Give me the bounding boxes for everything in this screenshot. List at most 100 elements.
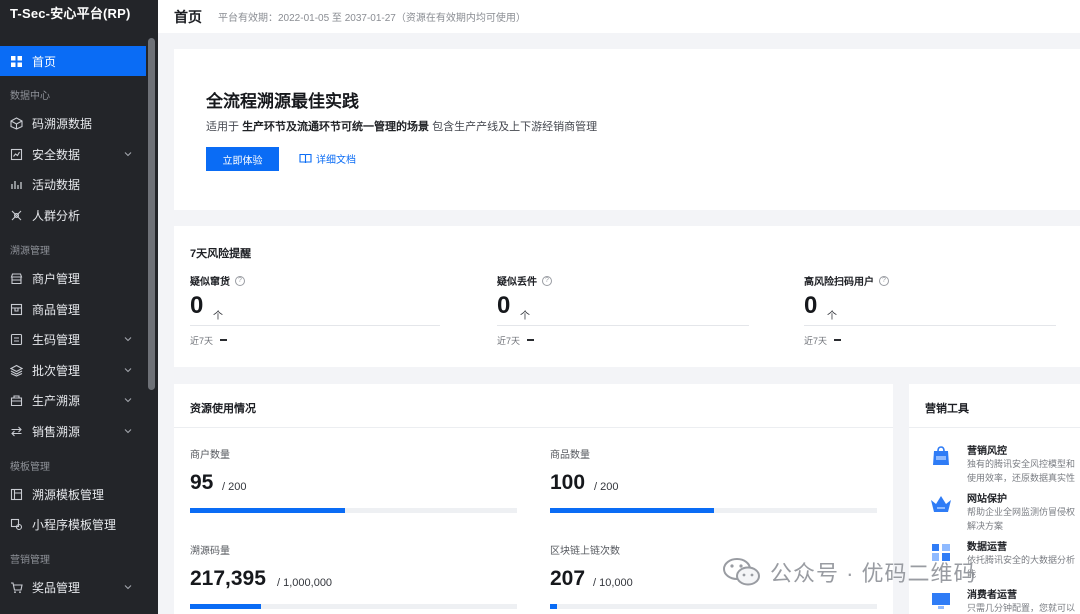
tool-description: 依托腾讯安全的大数据分析能 [967, 553, 1080, 581]
documentation-link[interactable]: 详细文档 [299, 151, 356, 166]
help-icon[interactable]: ? [235, 275, 245, 286]
marketing-title: 营销工具 [925, 403, 969, 415]
marketing-divider [909, 427, 1080, 428]
metric-value: 0 [804, 292, 818, 319]
metric-label-suspected-lost: 疑似丢件? [497, 273, 552, 288]
sidebar-group-marketing-management: 营销管理 [10, 555, 50, 566]
sidebar-item-label: 奖品管理 [32, 580, 81, 595]
tool-description-line: 帮助企业全网监测仿冒侵权 [967, 507, 1076, 517]
resource-progress-fill [190, 508, 346, 513]
resource-total: / 200 [222, 481, 247, 493]
sidebar-item-miniapp-template[interactable]: 小程序模板管理 [0, 509, 146, 539]
metric-value: 0 [190, 292, 204, 319]
crown-icon [931, 496, 951, 512]
sidebar-item-label: 溯源模板管理 [32, 487, 105, 502]
sidebar-item-production-trace[interactable]: 生产溯源 [0, 385, 146, 415]
metric-period: 近7天 [497, 336, 521, 346]
metric-label-text: 疑似丢件 [497, 277, 537, 288]
sidebar-item-home[interactable]: 首页 [0, 46, 146, 76]
sidebar-item-crowd-analysis[interactable]: 人群分析 [0, 200, 146, 230]
metric-label-suspected-diversion: 疑似窜货? [190, 273, 245, 288]
tool-description-line: 解决方案 [967, 521, 1004, 531]
metric-divider [804, 325, 1056, 326]
chevron-down-icon [124, 398, 132, 403]
tool-name: 数据运营 [967, 542, 1007, 553]
metric-period-dash [527, 339, 534, 341]
sidebar-item-sales-trace[interactable]: 销售溯源 [0, 416, 146, 446]
tool-name: 网站保护 [967, 494, 1007, 505]
sidebar-item-label: 销售溯源 [32, 424, 81, 439]
resource-value: 217,395 [190, 567, 266, 590]
sidebar-item-prize-management[interactable]: 奖品管理 [0, 572, 146, 602]
metric-period: 近7天 [804, 336, 828, 346]
sidebar-item-trace-template[interactable]: 溯源模板管理 [0, 479, 146, 509]
sidebar-item-merchant-management[interactable]: 商户管理 [0, 263, 146, 293]
sidebar-item-label: 首页 [32, 54, 57, 69]
tool-description-line: 只需几分钟配置，您就可以 [967, 603, 1076, 613]
hero-card: 全流程溯源最佳实践 适用于 生产环节及流通环节可统一管理的场景 包含生产产线及上… [174, 49, 1080, 210]
bag-icon [933, 446, 949, 465]
metric-label-text: 疑似窜货 [190, 277, 230, 288]
watermark-text: 公众号 · 优码二维码 [770, 561, 977, 586]
platform-validity: 平台有效期：2022-01-05 至 2037-01-27（资源在有效期内均可使… [218, 13, 526, 24]
risk-title: 7天风险提醒 [190, 248, 252, 260]
resource-label: 商户数量 [190, 450, 230, 461]
watermark: 公众号 · 优码二维码 [722, 556, 977, 588]
resource-progress-fill [550, 604, 557, 609]
metric-unit: 个 [213, 311, 223, 322]
documentation-link-label: 详细文档 [316, 155, 356, 166]
marketing-tool-consumer-operations[interactable]: 消费者运营 只需几分钟配置，您就可以 [929, 586, 1080, 614]
sidebar-item-label: 活动数据 [32, 177, 81, 192]
tool-name: 营销风控 [967, 446, 1007, 457]
sidebar-item-goods-management[interactable]: 商品管理 [0, 294, 146, 324]
try-now-button[interactable]: 立即体验 [206, 147, 279, 171]
resource-progress [550, 508, 877, 513]
page-title: 首页 [174, 8, 202, 25]
metric-label-text: 高风险扫码用户 [804, 277, 874, 288]
miniapp-icon [10, 518, 23, 531]
header: 首页 平台有效期：2022-01-05 至 2037-01-27（资源在有效期内… [158, 0, 1080, 33]
marketing-tool-website-protection[interactable]: 网站保护 帮助企业全网监测仿冒侵权 解决方案 [929, 490, 1080, 534]
swap-icon [10, 425, 23, 438]
hero-subtitle-suffix: 包含生产产线及上下游经销商管理 [432, 121, 598, 133]
tool-description-line: 能 [967, 569, 977, 579]
factory-icon [10, 394, 23, 407]
sidebar-item-activity-data[interactable]: 活动数据 [0, 169, 146, 199]
sidebar-item-code-trace-data[interactable]: 码溯源数据 [0, 108, 146, 138]
tool-description: 只需几分钟配置，您就可以 [967, 601, 1080, 614]
sidebar-item-label: 商品管理 [32, 302, 81, 317]
sidebar-item-security-data[interactable]: 安全数据 [0, 139, 146, 169]
metric-label-high-risk-users: 高风险扫码用户? [804, 273, 889, 288]
sidebar-group-trace-management: 溯源管理 [10, 246, 50, 257]
book-icon [299, 153, 312, 164]
metric-period-dash [220, 339, 227, 341]
resource-progress [190, 604, 517, 609]
tool-description-line: 依托腾讯安全的大数据分析 [967, 555, 1076, 565]
sidebar-item-code-generation[interactable]: 生码管理 [0, 324, 146, 354]
layers-icon [10, 364, 23, 377]
template-icon [10, 488, 23, 501]
metric-divider [497, 325, 749, 326]
tool-description: 独有的腾讯安全风控模型和 使用效率，还原数据真实性 [967, 457, 1080, 485]
tool-description: 帮助企业全网监测仿冒侵权 解决方案 [967, 505, 1080, 533]
help-icon[interactable]: ? [542, 275, 552, 286]
help-icon[interactable]: ? [879, 275, 889, 286]
tool-name: 消费者运营 [967, 590, 1017, 601]
sidebar-item-batch-management[interactable]: 批次管理 [0, 355, 146, 385]
app-title: T-Sec-安心平台(RP) [10, 6, 131, 21]
metric-unit: 个 [520, 311, 530, 322]
chevron-down-icon [124, 337, 132, 342]
resource-total: / 10,000 [593, 577, 633, 589]
chevron-down-icon [124, 368, 132, 373]
sidebar-group-template-management: 模板管理 [10, 462, 50, 473]
resource-value: 207 [550, 567, 586, 590]
chevron-down-icon [124, 585, 132, 590]
hero-subtitle-prefix: 适用于 [206, 121, 239, 133]
resources-divider [174, 427, 893, 428]
sidebar-scrollbar[interactable] [148, 38, 155, 390]
goods-icon [10, 303, 23, 316]
resource-total: / 200 [594, 481, 619, 493]
marketing-tool-risk-control[interactable]: 营销风控 独有的腾讯安全风控模型和 使用效率，还原数据真实性 [929, 442, 1080, 486]
resource-progress-fill [550, 508, 714, 513]
metric-unit: 个 [827, 311, 837, 322]
